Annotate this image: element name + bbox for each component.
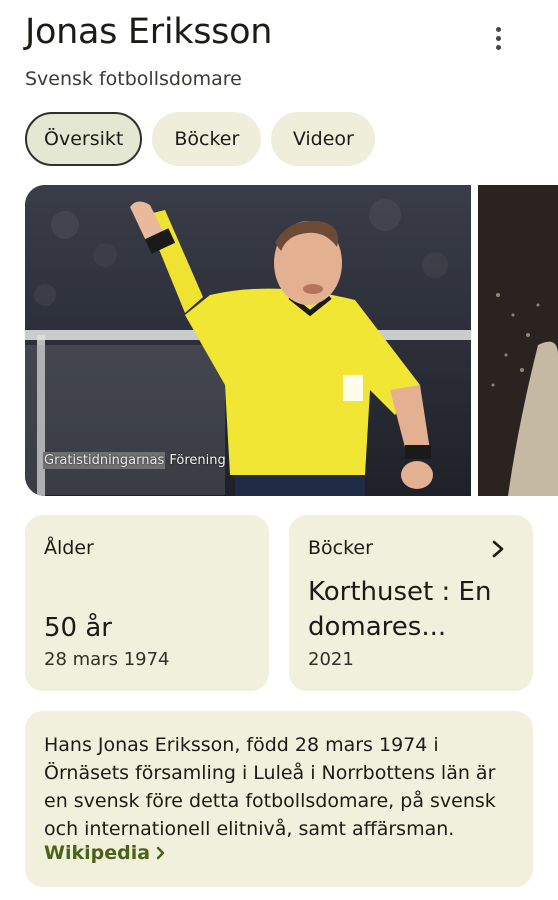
tab-videor[interactable]: Videor bbox=[271, 112, 376, 166]
age-label: Ålder bbox=[44, 537, 94, 559]
books-label: Böcker bbox=[308, 537, 373, 559]
age-value: 50 år bbox=[44, 613, 112, 643]
wikipedia-summary-text: Hans Jonas Eriksson, född 28 mars 1974 i… bbox=[44, 734, 496, 840]
book-year: 2021 bbox=[308, 649, 354, 670]
secondary-photo-illustration bbox=[478, 185, 558, 496]
referee-photo-illustration bbox=[25, 185, 471, 496]
wikipedia-link[interactable]: Wikipedia bbox=[44, 842, 166, 864]
tab-oversikt[interactable]: Översikt bbox=[25, 112, 143, 166]
image-credit: Gratistidningarnas Förening bbox=[43, 452, 226, 469]
age-card[interactable]: Ålder 50 år 28 mars 1974 bbox=[25, 515, 269, 691]
books-card[interactable]: Böcker Korthuset : En domares... 2021 bbox=[289, 515, 533, 691]
wikipedia-summary-card: Hans Jonas Eriksson, född 28 mars 1974 i… bbox=[25, 711, 533, 887]
chevron-right-icon bbox=[156, 846, 165, 860]
main-photo[interactable]: Gratistidningarnas Förening bbox=[25, 185, 471, 496]
tab-bar: Översikt Böcker Videor bbox=[25, 112, 376, 166]
tab-bocker[interactable]: Böcker bbox=[152, 112, 262, 166]
book-title: Korthuset : En domares... bbox=[308, 577, 492, 642]
secondary-photo[interactable] bbox=[478, 185, 558, 496]
birthdate: 28 mars 1974 bbox=[44, 649, 170, 670]
chevron-right-icon[interactable] bbox=[491, 539, 505, 559]
page-subtitle: Svensk fotbollsdomare bbox=[25, 68, 242, 90]
page-title: Jonas Eriksson bbox=[25, 12, 273, 52]
more-options-icon[interactable] bbox=[484, 24, 512, 52]
